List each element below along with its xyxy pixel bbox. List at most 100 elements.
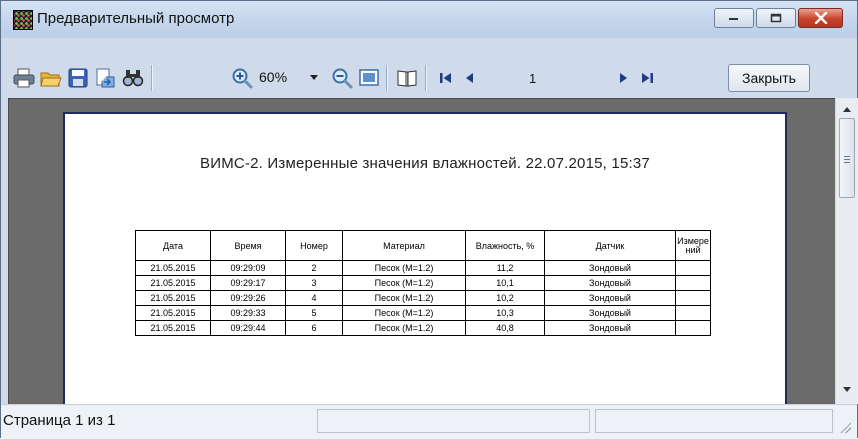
table-cell: 11,2 (465, 260, 545, 276)
table-cell: 21.05.2015 (135, 275, 211, 291)
column-header: Материал (342, 230, 466, 261)
minimize-icon (729, 18, 738, 20)
table-cell: Песок (М=1.2) (342, 290, 466, 306)
status-panel-right (595, 409, 833, 433)
close-icon (814, 12, 827, 24)
scroll-down-icon[interactable] (843, 387, 851, 392)
status-panel-middle (317, 409, 590, 433)
table-cell: 21.05.2015 (135, 290, 211, 306)
last-page-icon (642, 73, 653, 83)
maximize-button[interactable] (756, 8, 796, 28)
preview-area[interactable]: ВИМС-2. Измеренные значения влажностей. … (8, 98, 836, 405)
column-header: Время (210, 230, 286, 261)
previous-page-button[interactable] (459, 67, 481, 89)
table-cell: Песок (М=1.2) (342, 275, 466, 291)
preview-window: Предварительный просмотр 60% 1 Закрыть В… (0, 0, 858, 439)
table-cell: Зондовый (544, 260, 676, 276)
export-icon (96, 68, 115, 88)
table-cell: 6 (285, 320, 343, 336)
column-header: Влажность, % (465, 230, 545, 261)
save-icon (68, 68, 88, 88)
prev-page-icon (466, 73, 473, 83)
column-header: Дата (135, 230, 211, 261)
table-cell (675, 275, 711, 291)
table-cell: 40,8 (465, 320, 545, 336)
table-cell (675, 305, 711, 321)
zoom-out-button[interactable] (331, 67, 353, 89)
two-pages-button[interactable] (396, 67, 418, 89)
title-bar[interactable]: Предварительный просмотр (1, 1, 857, 38)
table-cell: 5 (285, 305, 343, 321)
print-button[interactable] (13, 67, 35, 89)
window-title: Предварительный просмотр (37, 10, 235, 27)
status-panel-page: Страница 1 из 1 (1, 409, 313, 433)
table-cell: 10,3 (465, 305, 545, 321)
next-page-button[interactable] (612, 67, 634, 89)
open-folder-icon (40, 72, 62, 87)
column-header: Измерений (675, 230, 711, 261)
chevron-down-icon[interactable] (310, 75, 318, 80)
export-button[interactable] (94, 67, 116, 89)
table-cell: 09:29:33 (210, 305, 286, 321)
table-row: 21.05.2015 09:29:33 5 Песок (М=1.2) 10,3 Зонд… (135, 305, 711, 321)
save-button[interactable] (67, 67, 89, 89)
report-page: ВИМС-2. Измеренные значения влажностей. … (63, 112, 787, 405)
open-button[interactable] (40, 67, 62, 89)
first-page-button[interactable] (435, 67, 457, 89)
table-cell: 09:29:26 (210, 290, 286, 306)
table-cell (675, 260, 711, 276)
app-icon (13, 10, 33, 30)
table-cell: 2 (285, 260, 343, 276)
page-width-button[interactable] (358, 67, 380, 89)
column-header: Номер (285, 230, 343, 261)
vertical-scrollbar[interactable] (835, 98, 858, 404)
first-page-icon (440, 73, 451, 83)
table-row: 21.05.2015 09:29:09 2 Песок (М=1.2) 11,2 Зонд… (135, 260, 711, 276)
table-row: 21.05.2015 09:29:44 6 Песок (М=1.2) 40,8 Зонд… (135, 320, 711, 336)
table-cell: 09:29:44 (210, 320, 286, 336)
table-cell: 21.05.2015 (135, 320, 211, 336)
table-cell: 21.05.2015 (135, 305, 211, 321)
print-icon (13, 68, 35, 88)
table-cell: 3 (285, 275, 343, 291)
page-info: Страница 1 из 1 (3, 412, 116, 429)
resize-grip-icon[interactable] (839, 421, 851, 433)
report-title: ВИМС-2. Измеренные значения влажностей. … (200, 155, 650, 172)
zoom-select[interactable]: 60% (259, 69, 287, 85)
find-icon (122, 70, 144, 87)
table-cell: 09:29:17 (210, 275, 286, 291)
close-window-button[interactable] (798, 8, 843, 28)
table-cell (675, 320, 711, 336)
table-cell: 10,2 (465, 290, 545, 306)
close-preview-button[interactable]: Закрыть (728, 64, 810, 92)
zoom-in-icon (232, 68, 253, 89)
table-header-row: Дата Время Номер Материал Влажность, % Д… (135, 230, 711, 261)
measurements-table: Дата Время Номер Материал Влажность, % Д… (135, 230, 711, 336)
find-button[interactable] (122, 67, 144, 89)
table-cell: Зондовый (544, 275, 676, 291)
minimize-button[interactable] (714, 8, 754, 28)
table-cell: Песок (М=1.2) (342, 305, 466, 321)
table-row: 21.05.2015 09:29:17 3 Песок (М=1.2) 10,1 Зонд… (135, 275, 711, 291)
grip-icon (844, 156, 850, 163)
table-cell: Песок (М=1.2) (342, 320, 466, 336)
table-cell: 10,1 (465, 275, 545, 291)
table-cell: Зондовый (544, 305, 676, 321)
maximize-icon (770, 13, 782, 23)
table-cell: Зондовый (544, 320, 676, 336)
column-header: Датчик (544, 230, 676, 261)
table-row: 21.05.2015 09:29:26 4 Песок (М=1.2) 10,2 Зонд… (135, 290, 711, 306)
zoom-in-button[interactable] (231, 67, 253, 89)
scroll-thumb[interactable] (839, 118, 855, 198)
page-width-icon (359, 69, 379, 86)
last-page-button[interactable] (636, 67, 658, 89)
scroll-up-icon[interactable] (843, 107, 851, 112)
zoom-out-icon (332, 68, 353, 89)
book-icon (397, 70, 417, 87)
table-cell: 09:29:09 (210, 260, 286, 276)
next-page-icon (620, 73, 627, 83)
status-bar: Страница 1 из 1 (1, 404, 857, 439)
page-number-input[interactable] (529, 69, 595, 87)
table-cell: Зондовый (544, 290, 676, 306)
table-cell: 21.05.2015 (135, 260, 211, 276)
